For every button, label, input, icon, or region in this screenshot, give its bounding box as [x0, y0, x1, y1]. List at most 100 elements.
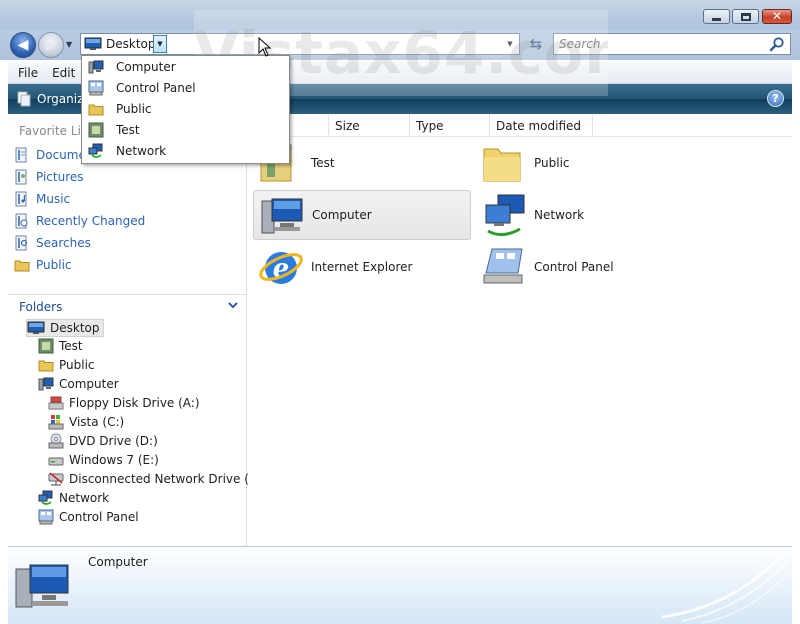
crumb-dropdown-button[interactable]: ▼ — [153, 35, 167, 53]
column-header-size[interactable]: Size — [328, 114, 409, 137]
network-icon — [88, 143, 103, 158]
file-item-label: Public — [534, 156, 570, 170]
address-crumb-desktop[interactable]: Desktop — [82, 35, 160, 53]
organize-button[interactable]: Organiz — [8, 84, 83, 114]
file-item-label: Control Panel — [534, 260, 614, 274]
chevron-down-icon[interactable] — [226, 298, 240, 312]
user-folder-icon — [88, 122, 104, 138]
column-header-type[interactable]: Type — [409, 114, 489, 137]
folder-icon — [38, 360, 54, 372]
tree-item-test[interactable]: Test — [38, 337, 83, 355]
favorite-documents[interactable]: Docume — [14, 145, 86, 165]
chevron-down-icon: ▼ — [157, 40, 163, 48]
drive-icon — [48, 415, 64, 430]
favorite-label: Public — [36, 258, 72, 272]
control-panel-icon — [38, 509, 54, 525]
floppy-icon — [48, 396, 64, 410]
file-item-computer[interactable]: Computer — [253, 190, 471, 240]
crumb-menu-item-public[interactable]: Public — [88, 99, 152, 119]
column-label: Date modified — [496, 118, 582, 133]
recent-pages-button[interactable]: ▼ — [66, 40, 76, 50]
desktop-icon — [27, 321, 45, 334]
file-item-label: Test — [311, 156, 335, 170]
menu-edit[interactable]: Edit — [52, 66, 75, 80]
search-icon[interactable] — [769, 36, 785, 52]
control-panel-icon — [88, 80, 104, 96]
favorite-recently-changed[interactable]: Recently Changed — [14, 211, 145, 231]
address-history-dropdown[interactable]: ▼ — [503, 35, 517, 53]
crumb-menu-item-test[interactable]: Test — [88, 120, 140, 140]
file-item-internet-explorer[interactable]: e Internet Explorer — [253, 242, 471, 292]
favorite-searches[interactable]: Searches — [14, 233, 91, 253]
crumb-menu-item-computer[interactable]: Computer — [88, 57, 176, 77]
tree-item-desktop[interactable]: Desktop — [26, 319, 104, 337]
forward-button[interactable]: ▶ — [38, 32, 64, 58]
folders-title: Folders — [19, 299, 63, 314]
tree-item-dvd-d[interactable]: DVD Drive (D:) — [48, 432, 158, 450]
favorite-public[interactable]: Public — [14, 255, 72, 275]
column-label: Size — [335, 118, 360, 133]
back-button[interactable]: ◀ — [10, 32, 36, 58]
favorite-label: Pictures — [36, 170, 84, 184]
column-header-date-modified[interactable]: Date modified — [489, 114, 593, 137]
mouse-cursor-icon — [258, 37, 272, 57]
favorite-pictures[interactable]: Pictures — [14, 167, 84, 187]
control-panel-icon — [483, 248, 523, 284]
file-item-public[interactable]: Public — [476, 138, 694, 188]
refresh-icon: ⇆ — [529, 35, 543, 53]
file-item-network[interactable]: Network — [476, 190, 694, 240]
network-icon — [38, 490, 53, 505]
search-box[interactable] — [553, 33, 791, 55]
close-button[interactable]: ✕ — [762, 9, 792, 24]
crumb-menu-label: Test — [116, 123, 140, 137]
network-icon — [485, 194, 525, 236]
favorite-label: Searches — [36, 236, 91, 250]
dvd-icon — [48, 433, 64, 449]
searches-icon — [15, 235, 28, 251]
tree-item-label: Public — [59, 358, 95, 372]
refresh-button[interactable]: ⇆ — [524, 34, 548, 54]
address-current-label: Desktop — [106, 37, 156, 51]
drive-icon — [48, 457, 64, 466]
tree-item-windows7-e[interactable]: Windows 7 (E:) — [48, 451, 159, 469]
help-button[interactable]: ? — [767, 90, 784, 107]
tree-item-label: Test — [59, 339, 83, 353]
computer-icon — [15, 564, 69, 608]
folders-header[interactable]: Folders — [8, 294, 246, 318]
address-bar[interactable]: Desktop ▼ ▼ — [80, 33, 520, 55]
network-drive-icon — [48, 472, 64, 486]
music-icon — [15, 191, 27, 207]
decorative-swoosh — [661, 553, 791, 624]
maximize-button[interactable] — [732, 9, 759, 24]
favorite-music[interactable]: Music — [14, 189, 70, 209]
recent-icon — [15, 213, 28, 229]
details-item-name: Computer — [88, 555, 148, 569]
tree-item-floppy[interactable]: Floppy Disk Drive (A:) — [48, 394, 200, 412]
tree-item-vista-c[interactable]: Vista (C:) — [48, 413, 124, 431]
tree-item-public[interactable]: Public — [38, 356, 95, 374]
folder-icon — [14, 260, 30, 272]
computer-icon — [38, 377, 54, 391]
folder-icon — [88, 104, 104, 116]
tree-item-label: Control Panel — [59, 510, 139, 524]
crumb-menu-item-network[interactable]: Network — [88, 141, 166, 161]
favorite-label: Music — [36, 192, 71, 206]
tree-item-label: Network — [59, 491, 110, 505]
crumb-menu-label: Network — [116, 144, 167, 158]
documents-icon — [15, 147, 27, 163]
tree-item-network-drive-z[interactable]: Disconnected Network Drive (Z:) — [48, 470, 266, 488]
menu-file[interactable]: File — [18, 66, 38, 80]
tree-item-label: Vista (C:) — [69, 415, 125, 429]
organize-icon — [17, 91, 31, 107]
tree-item-network[interactable]: Network — [38, 489, 109, 507]
tree-item-computer[interactable]: Computer — [38, 375, 119, 393]
user-folder-icon — [38, 338, 54, 354]
tree-item-label: Floppy Disk Drive (A:) — [69, 396, 200, 410]
file-item-control-panel[interactable]: Control Panel — [476, 242, 694, 292]
file-item-label: Computer — [312, 208, 372, 222]
search-input[interactable] — [554, 34, 764, 54]
minimize-button[interactable] — [703, 9, 730, 24]
tree-item-label: Windows 7 (E:) — [69, 453, 159, 467]
crumb-menu-item-control-panel[interactable]: Control Panel — [88, 78, 196, 98]
tree-item-control-panel[interactable]: Control Panel — [38, 508, 139, 526]
